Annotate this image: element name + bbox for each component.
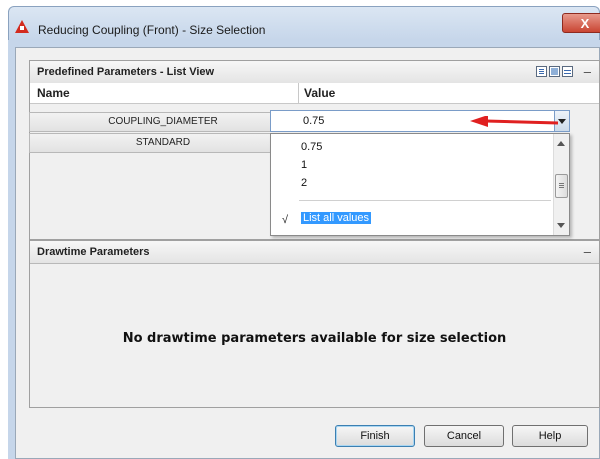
drawtime-parameters-panel: Drawtime Parameters – No drawtime parame… — [29, 240, 600, 408]
column-headers: Name Value — [30, 83, 599, 104]
window-title: Reducing Coupling (Front) - Size Selecti… — [38, 23, 266, 37]
panel-header: Drawtime Parameters – — [30, 241, 599, 264]
param-name-coupling-diameter[interactable]: COUPLING_DIAMETER — [29, 112, 297, 132]
dropdown-option[interactable]: 0.75 — [301, 141, 322, 153]
view-toggle-group — [536, 66, 573, 77]
scroll-down-icon[interactable] — [557, 223, 565, 228]
empty-state-message: No drawtime parameters available for siz… — [122, 331, 507, 346]
column-divider[interactable] — [298, 83, 299, 103]
checkmark-icon: √ — [282, 214, 289, 226]
panel-title: Predefined Parameters - List View — [37, 66, 215, 78]
scroll-thumb[interactable] — [555, 174, 568, 198]
help-button[interactable]: Help — [512, 425, 588, 447]
annotation-arrow-icon — [470, 116, 559, 127]
list-view-icon[interactable] — [536, 66, 547, 77]
selected-value: 0.75 — [303, 115, 325, 127]
list-all-values-option[interactable]: List all values — [301, 212, 372, 224]
dropdown-scrollbar[interactable] — [553, 134, 569, 235]
close-button[interactable]: X — [562, 13, 600, 33]
column-header-name: Name — [37, 86, 70, 100]
column-header-value: Value — [304, 86, 336, 100]
cancel-button[interactable]: Cancel — [424, 425, 504, 447]
image-view-icon[interactable] — [549, 66, 560, 77]
dropdown-option[interactable]: 1 — [301, 159, 307, 171]
panel-title: Drawtime Parameters — [37, 246, 150, 258]
title-bar: Reducing Coupling (Front) - Size Selecti… — [8, 6, 600, 40]
panel-header: Predefined Parameters - List View – — [30, 61, 599, 84]
table-view-icon[interactable] — [562, 66, 573, 77]
param-name-standard[interactable]: STANDARD — [29, 133, 297, 153]
dropdown-option[interactable]: 2 — [301, 177, 307, 189]
app-logo-icon — [15, 20, 29, 33]
scroll-up-icon[interactable] — [557, 141, 565, 146]
dropdown-separator — [299, 200, 551, 201]
finish-button[interactable]: Finish — [335, 425, 415, 447]
collapse-button[interactable]: – — [584, 244, 591, 259]
collapse-button[interactable]: – — [584, 64, 591, 79]
value-dropdown-list: 0.75 1 2 √ List all values — [270, 133, 570, 236]
